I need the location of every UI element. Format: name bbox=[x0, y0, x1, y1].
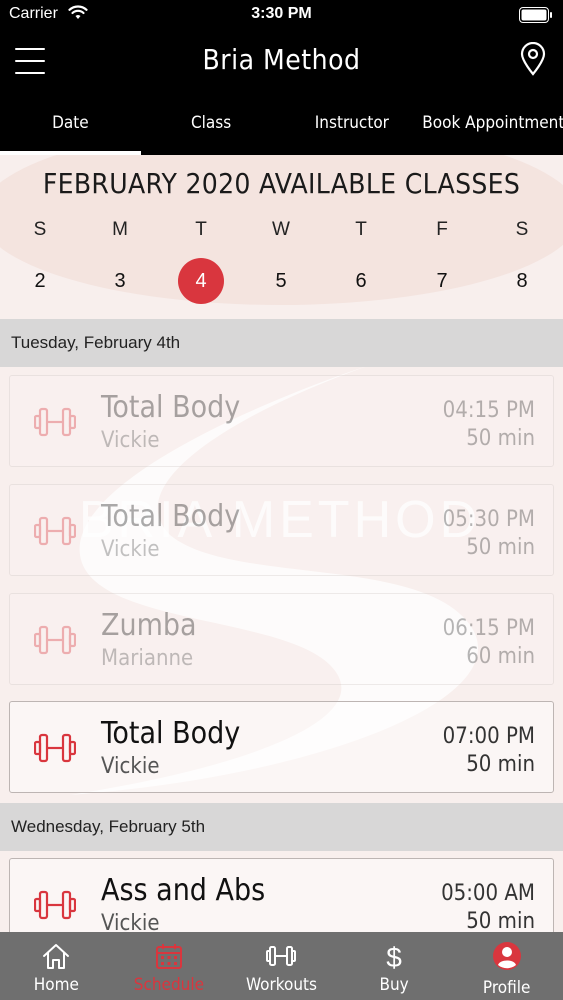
date-cell[interactable]: 3 bbox=[97, 258, 143, 304]
calendar-icon bbox=[155, 944, 182, 969]
weekday-label: S bbox=[33, 219, 47, 240]
tabbar-label: Profile bbox=[482, 978, 531, 998]
dollar-icon: $ bbox=[386, 942, 402, 971]
weekday-row: S M T W T F S bbox=[0, 219, 563, 245]
date-cell[interactable]: 2 bbox=[17, 258, 63, 304]
class-instructor: Marianne bbox=[101, 646, 194, 671]
tab-date[interactable]: Date bbox=[0, 92, 141, 155]
date-cell[interactable]: 8 bbox=[499, 258, 545, 304]
class-duration: 50 min bbox=[466, 426, 535, 451]
class-instructor: Vickie bbox=[101, 537, 160, 562]
filter-tabs: Date Class Instructor Book Appointment bbox=[0, 92, 563, 155]
class-card[interactable]: Zumba Marianne 06:15 PM 60 min bbox=[9, 593, 554, 685]
class-duration: 50 min bbox=[466, 752, 535, 777]
class-instructor: Vickie bbox=[101, 754, 160, 779]
class-name: Total Body bbox=[101, 716, 241, 751]
class-instructor: Vickie bbox=[101, 428, 160, 453]
date-cell-selected[interactable]: 4 bbox=[178, 258, 224, 304]
dumbbell-icon bbox=[34, 890, 76, 920]
class-card[interactable]: Total Body Vickie 04:15 PM 50 min bbox=[9, 375, 554, 467]
tabbar-workouts[interactable]: Workouts bbox=[225, 932, 338, 1000]
dumbbell-icon bbox=[266, 946, 297, 966]
class-name: Zumba bbox=[101, 608, 197, 643]
date-row: 2 3 4 5 6 7 8 bbox=[0, 258, 563, 304]
dumbbell-icon bbox=[34, 733, 76, 763]
class-time: 06:15 PM bbox=[442, 616, 535, 641]
weekday-label: W bbox=[272, 219, 290, 240]
class-time: 05:00 AM bbox=[441, 881, 535, 906]
tabbar-label: Home bbox=[33, 975, 79, 995]
tabbar-schedule[interactable]: Schedule bbox=[113, 932, 226, 1000]
date-cell[interactable]: 6 bbox=[338, 258, 384, 304]
class-time: 05:30 PM bbox=[442, 507, 535, 532]
profile-icon bbox=[492, 942, 521, 970]
weekday-label: T bbox=[355, 219, 367, 240]
class-name: Total Body bbox=[101, 390, 241, 425]
home-icon bbox=[43, 944, 70, 969]
class-instructor: Vickie bbox=[101, 911, 160, 932]
class-card[interactable]: Total Body Vickie 05:30 PM 50 min bbox=[9, 484, 554, 576]
class-time: 07:00 PM bbox=[442, 724, 535, 749]
class-duration: 50 min bbox=[466, 909, 535, 932]
weekday-label: F bbox=[436, 219, 448, 240]
battery-icon bbox=[519, 7, 552, 23]
dumbbell-icon bbox=[34, 407, 76, 437]
date-cell[interactable]: 5 bbox=[258, 258, 304, 304]
dumbbell-icon bbox=[34, 625, 76, 655]
month-header: FEBRUARY 2020 AVAILABLE CLASSES bbox=[42, 167, 521, 200]
schedule-content[interactable]: BRIA METHOD FEBRUARY 2020 AVAILABLE CLAS… bbox=[0, 155, 563, 932]
tabbar-label: Schedule bbox=[133, 975, 205, 995]
tabbar-label: Workouts bbox=[245, 975, 317, 995]
bottom-tab-bar: Home Schedule Workouts $ Buy Profile bbox=[0, 932, 563, 1000]
class-duration: 60 min bbox=[466, 644, 535, 669]
day-section-header: Tuesday, February 4th bbox=[0, 319, 563, 367]
svg-text:$: $ bbox=[386, 942, 402, 971]
weekday-label: M bbox=[112, 219, 128, 240]
class-name: Ass and Abs bbox=[101, 873, 266, 908]
tabbar-label: Buy bbox=[379, 975, 409, 995]
day-section-header: Wednesday, February 5th bbox=[0, 803, 563, 851]
tab-class[interactable]: Class bbox=[141, 92, 282, 155]
dumbbell-icon bbox=[34, 516, 76, 546]
class-card[interactable]: Ass and Abs Vickie 05:00 AM 50 min bbox=[9, 858, 554, 932]
tab-instructor[interactable]: Instructor bbox=[282, 92, 423, 155]
class-name: Total Body bbox=[101, 499, 241, 534]
navigation-bar: Bria Method bbox=[0, 30, 563, 92]
tab-book-appointment[interactable]: Book Appointment bbox=[422, 92, 563, 155]
date-cell[interactable]: 7 bbox=[419, 258, 465, 304]
class-duration: 50 min bbox=[466, 535, 535, 560]
app-title: Bria Method bbox=[202, 43, 361, 76]
weekday-label: S bbox=[515, 219, 529, 240]
tabbar-profile[interactable]: Profile bbox=[450, 932, 563, 1000]
class-time: 04:15 PM bbox=[442, 398, 535, 423]
status-time: 3:30 PM bbox=[251, 5, 312, 22]
status-bar: Carrier 3:30 PM bbox=[0, 0, 563, 30]
tabbar-home[interactable]: Home bbox=[0, 932, 113, 1000]
class-card[interactable]: Total Body Vickie 07:00 PM 50 min bbox=[9, 701, 554, 793]
location-pin-icon[interactable] bbox=[519, 42, 547, 76]
weekday-label: T bbox=[195, 219, 207, 240]
tabbar-buy[interactable]: $ Buy bbox=[338, 932, 451, 1000]
